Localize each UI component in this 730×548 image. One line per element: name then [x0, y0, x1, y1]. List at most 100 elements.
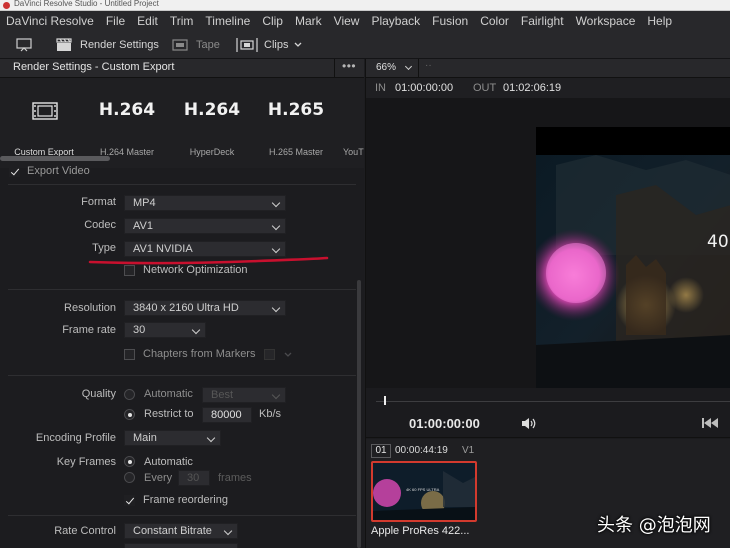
- chevron-down-icon: [294, 42, 302, 47]
- menu-help[interactable]: Help: [641, 14, 678, 28]
- bitrate-input[interactable]: 80000: [202, 407, 252, 423]
- quality-restrict-radio[interactable]: [124, 409, 135, 420]
- preset-h265-master[interactable]: H.265 H.265 Master: [253, 78, 339, 168]
- network-optimization-checkbox[interactable]: [124, 265, 135, 276]
- key-frames-interval-input[interactable]: 30: [178, 470, 210, 486]
- network-optimization-label: Network Optimization: [143, 264, 248, 276]
- menu-timeline[interactable]: Timeline: [199, 14, 256, 28]
- format-value: MP4: [133, 197, 156, 209]
- encoding-profile-label: Encoding Profile: [35, 432, 116, 444]
- key-frames-unit: frames: [218, 472, 252, 484]
- marker-color-swatch[interactable]: [264, 349, 275, 360]
- clip-track: V1: [462, 445, 475, 456]
- frame-reordering-checkbox[interactable]: [124, 495, 135, 506]
- tape-button[interactable]: Tape: [172, 31, 220, 59]
- encoding-profile-dropdown[interactable]: Main: [124, 430, 221, 446]
- chevron-down-icon: [271, 390, 281, 400]
- chevron-down-icon: [191, 325, 201, 335]
- quality-automatic-radio[interactable]: [124, 389, 135, 400]
- export-video-checkbox[interactable]: [9, 166, 20, 177]
- render-settings-panel: Render Settings - Custom Export ••• Cust…: [0, 59, 364, 548]
- presets-scrollbar[interactable]: [0, 156, 110, 161]
- clip-thumbnail-text: 4K 60 FPS ULTRA: [406, 487, 440, 492]
- key-frames-automatic-radio[interactable]: [124, 456, 135, 467]
- preset-youtube[interactable]: YouT: [343, 78, 364, 168]
- tape-label: Tape: [196, 39, 220, 51]
- render-settings-label: Render Settings: [80, 39, 159, 51]
- render-settings-button[interactable]: Render Settings: [56, 31, 159, 59]
- transport-controls: 01:00:00:00: [366, 408, 730, 438]
- preset-custom-export[interactable]: Custom Export: [1, 78, 87, 168]
- menu-fusion[interactable]: Fusion: [426, 14, 474, 28]
- menu-clip[interactable]: Clip: [256, 14, 289, 28]
- chevron-down-icon[interactable]: [404, 62, 413, 71]
- preset-hyperdeck[interactable]: H.264 HyperDeck: [169, 78, 255, 168]
- monitor-icon: [16, 38, 32, 52]
- scrubber-track: [376, 401, 730, 402]
- menu-edit[interactable]: Edit: [131, 14, 164, 28]
- toolbar: Render Settings Tape Clips: [0, 31, 730, 59]
- codec-value: AV1: [133, 220, 153, 232]
- header-divider: [334, 59, 335, 78]
- video-frame-image: [536, 155, 730, 388]
- playhead[interactable]: [384, 396, 386, 405]
- zoom-level[interactable]: 66%: [376, 62, 396, 73]
- menu-playback[interactable]: Playback: [365, 14, 426, 28]
- window-title-bar: DaVinci Resolve Studio - Untitled Projec…: [0, 0, 730, 11]
- resolution-value: 3840 x 2160 Ultra HD: [133, 302, 239, 314]
- chevron-down-icon: [271, 244, 281, 254]
- skip-to-start-icon[interactable]: [702, 418, 718, 428]
- divider: [8, 515, 356, 516]
- menu-fairlight[interactable]: Fairlight: [515, 14, 570, 28]
- out-timecode: 01:02:06:19: [503, 82, 562, 94]
- chapters-from-markers-checkbox[interactable]: [124, 349, 135, 360]
- menu-trim[interactable]: Trim: [164, 14, 200, 28]
- quality-preset-dropdown[interactable]: Best: [202, 387, 286, 403]
- resolution-dropdown[interactable]: 3840 x 2160 Ultra HD: [124, 300, 286, 316]
- clip-number: 01: [371, 444, 391, 458]
- codec-label: Codec: [84, 219, 116, 231]
- more-options-button[interactable]: •••: [342, 59, 356, 73]
- monitor-toggle-button[interactable]: [15, 31, 33, 59]
- resolution-label: Resolution: [64, 302, 116, 314]
- clip-thumbnail[interactable]: 4K 60 FPS ULTRA: [371, 461, 477, 522]
- rate-control-dropdown[interactable]: Constant Bitrate: [124, 523, 238, 539]
- key-frames-every-label: Every: [144, 472, 173, 484]
- divider: [8, 184, 356, 185]
- preset-label: YouT: [343, 147, 364, 157]
- settings-scrollbar[interactable]: [357, 280, 361, 548]
- codec-dropdown[interactable]: AV1: [124, 218, 286, 234]
- key-frames-every-radio[interactable]: [124, 472, 135, 483]
- clips-button[interactable]: Clips: [236, 31, 302, 59]
- quality-preset-value: Best: [211, 389, 234, 401]
- preset-h264-master[interactable]: H.264 H.264 Master: [84, 78, 170, 168]
- out-label: OUT: [473, 82, 497, 94]
- chevron-down-icon[interactable]: [284, 352, 292, 358]
- type-value: AV1 NVIDIA: [133, 243, 193, 255]
- menu-view[interactable]: View: [328, 14, 366, 28]
- render-presets-strip: Custom Export H.264 H.264 Master H.264 H…: [0, 78, 364, 168]
- watermark: 头条 @泡泡网: [597, 515, 711, 536]
- viewer-toolbar: 66% ··: [366, 59, 730, 78]
- frame-rate-dropdown[interactable]: 30: [124, 322, 206, 338]
- menu-color[interactable]: Color: [474, 14, 515, 28]
- viewer-panel: 66% ·· IN 01:00:00:00 OUT 01:02:06:19 40…: [365, 59, 730, 548]
- format-dropdown[interactable]: MP4: [124, 195, 286, 211]
- scrubber[interactable]: [366, 388, 730, 408]
- viewer-options-button[interactable]: ··: [425, 60, 432, 71]
- clip-timecode: 00:00:44:19: [395, 445, 448, 456]
- video-viewer[interactable]: 40: [366, 98, 730, 388]
- volume-icon[interactable]: [521, 417, 537, 430]
- menu-file[interactable]: File: [100, 14, 131, 28]
- menu-mark[interactable]: Mark: [289, 14, 328, 28]
- rate-control-label: Rate Control: [54, 525, 116, 537]
- clapper-icon: [56, 38, 72, 51]
- divider: [8, 375, 356, 376]
- frame-rate-label: Frame rate: [62, 324, 116, 336]
- chevron-down-icon: [271, 303, 281, 313]
- menu-davinci-resolve[interactable]: DaVinci Resolve: [0, 14, 100, 28]
- video-frame: 40: [536, 127, 730, 388]
- in-label: IN: [375, 82, 386, 94]
- next-setting-dropdown[interactable]: [124, 543, 238, 548]
- menu-workspace[interactable]: Workspace: [570, 14, 642, 28]
